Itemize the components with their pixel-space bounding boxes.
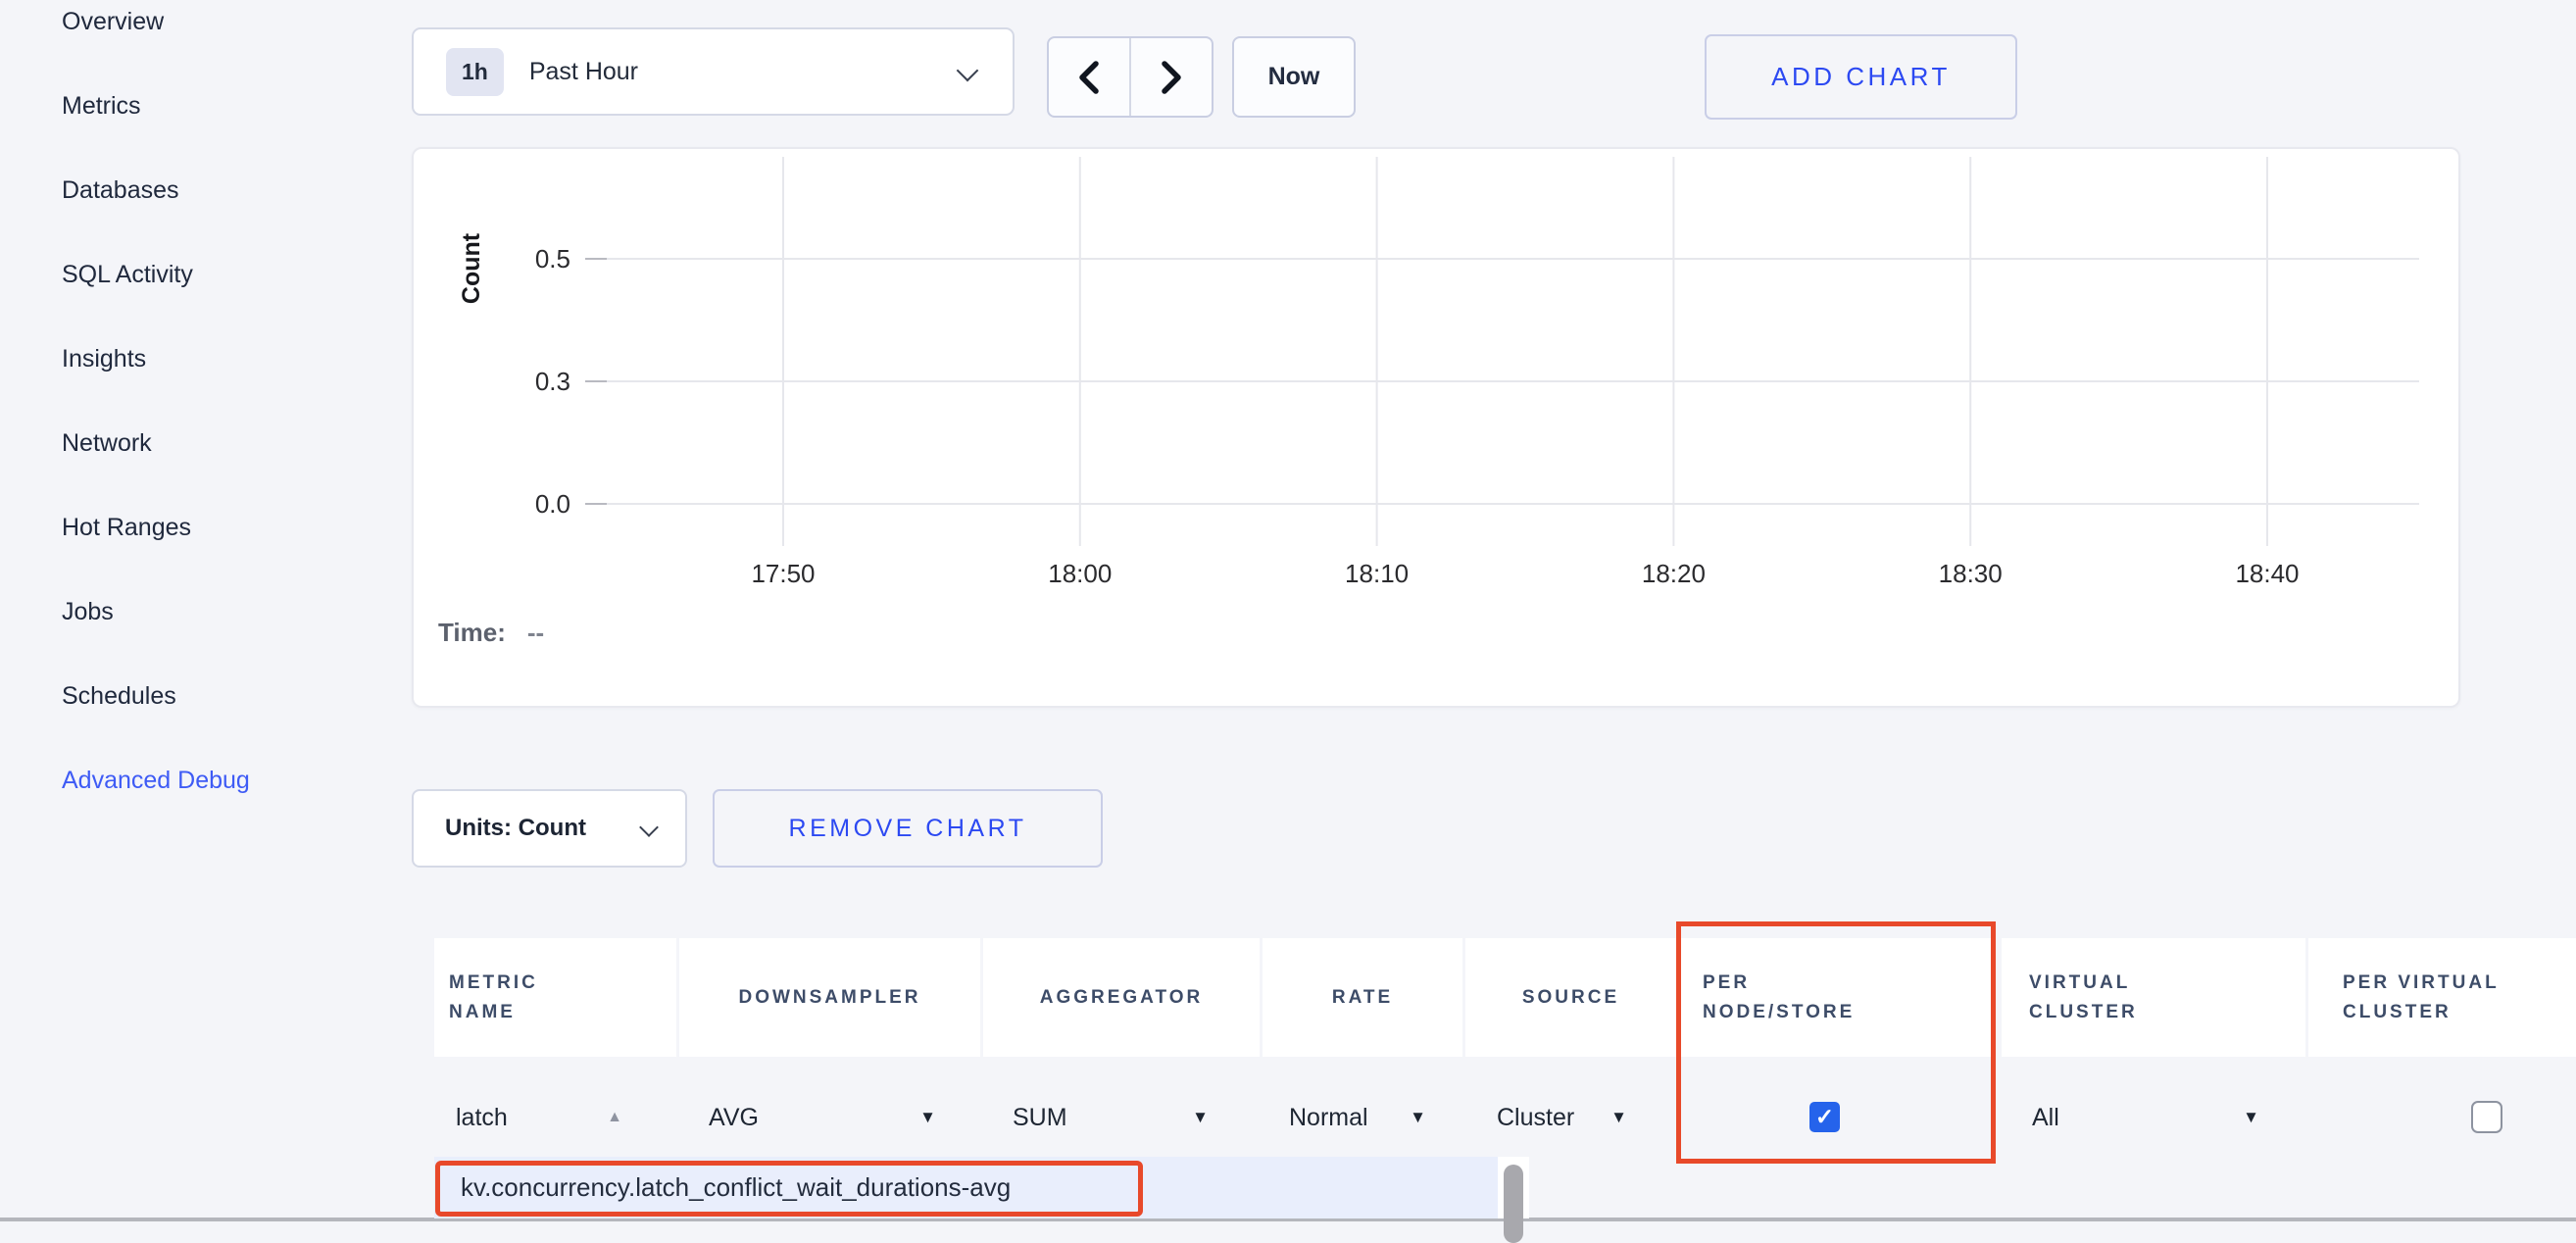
sidebar-item-databases[interactable]: Databases [62, 169, 250, 212]
sidebar-item-hot-ranges[interactable]: Hot Ranges [62, 506, 250, 549]
time-range-label: Past Hour [529, 58, 638, 86]
metric-name-input[interactable]: latch ▲ [456, 1090, 622, 1145]
chevron-left-icon [1076, 60, 1102, 95]
time-range-dropdown[interactable]: 1h Past Hour [412, 27, 1015, 116]
column-header-text: PER VIRTUAL [2343, 969, 2576, 998]
sidebar-item-metrics[interactable]: Metrics [62, 84, 250, 127]
column-header-per-node-store: PERNODE/STORE [1679, 938, 1995, 1057]
now-button[interactable]: Now [1232, 36, 1356, 118]
time-readout-value: -- [527, 618, 544, 647]
y-axis-tick-label: 0.3 [535, 367, 570, 396]
downsampler-value: AVG [709, 1104, 759, 1132]
column-header-downsampler: DOWNSAMPLER [679, 938, 980, 1057]
scrollbar-track [1498, 1157, 1529, 1218]
downsampler-select[interactable]: AVG ▼ [709, 1090, 936, 1145]
time-readout-label: Time: [438, 618, 506, 647]
metrics-table-header: METRICNAME DOWNSAMPLER AGGREGATOR RATE SOURC… [434, 938, 2576, 1057]
column-header-aggregator: AGGREGATOR [983, 938, 1260, 1057]
virtual-cluster-select[interactable]: All ▼ [2032, 1090, 2259, 1145]
column-header-text: SOURCE [1522, 983, 1619, 1013]
remove-chart-button[interactable]: REMOVE CHART [713, 789, 1103, 868]
checkmark-icon: ✓ [1815, 1104, 1834, 1130]
caret-down-icon: ▼ [1610, 1108, 1627, 1127]
x-axis-tick-label: 18:30 [1939, 559, 2003, 588]
time-step-buttons [1047, 36, 1214, 118]
aggregator-select[interactable]: SUM ▼ [1013, 1090, 1209, 1145]
column-header-text: NAME [449, 998, 676, 1027]
sidebar-item-insights[interactable]: Insights [62, 337, 250, 380]
empty-line-chart: 17:50 18:00 18:10 18:20 18:30 18:40 0.0 0.3 0.5 C… [414, 149, 2462, 710]
column-header-text: DOWNSAMPLER [738, 983, 920, 1013]
sidebar-item-schedules[interactable]: Schedules [62, 674, 250, 718]
x-axis-tick-label: 18:00 [1048, 559, 1112, 588]
caret-down-icon: ▼ [1192, 1108, 1209, 1127]
column-header-text: CLUSTER [2029, 998, 2305, 1027]
time-range-badge: 1h [446, 48, 504, 96]
units-dropdown-label: Units: Count [445, 815, 586, 842]
per-node-store-checkbox[interactable]: ✓ [1809, 1102, 1840, 1132]
y-axis-tick-label: 0.0 [535, 489, 570, 519]
hover-time-readout: Time: -- [438, 618, 544, 648]
next-time-button[interactable] [1131, 38, 1212, 116]
column-header-metric-name: METRICNAME [434, 938, 676, 1057]
caret-up-icon: ▲ [607, 1109, 622, 1126]
chevron-down-icon [957, 60, 979, 82]
x-axis-tick-label: 18:10 [1345, 559, 1409, 588]
sidebar-item-sql-activity[interactable]: SQL Activity [62, 253, 250, 296]
column-header-source: SOURCE [1465, 938, 1676, 1057]
sidebar-item-overview[interactable]: Overview [62, 0, 250, 43]
add-chart-button[interactable]: ADD CHART [1705, 34, 2017, 120]
source-select[interactable]: Cluster ▼ [1497, 1090, 1627, 1145]
scrollbar-thumb[interactable] [1504, 1165, 1523, 1243]
column-header-virtual-cluster: VIRTUALCLUSTER [2002, 938, 2305, 1057]
caret-down-icon: ▼ [2243, 1108, 2259, 1127]
chart-plot-area[interactable]: 17:50 18:00 18:10 18:20 18:30 18:40 0.0 0.3 0.5 C… [414, 149, 2462, 710]
y-axis-tick-label: 0.5 [535, 244, 570, 273]
metric-name-value: latch [456, 1104, 508, 1132]
autocomplete-suggestion[interactable]: kv.concurrency.latch_conflict_wait_durat… [461, 1157, 1011, 1218]
sidebar-nav-list: Overview Metrics Databases SQL Activity Insi… [62, 0, 250, 843]
column-header-rate: RATE [1263, 938, 1462, 1057]
virtual-cluster-value: All [2032, 1104, 2059, 1132]
column-header-per-virtual-cluster: PER VIRTUALCLUSTER [2308, 938, 2576, 1057]
units-dropdown[interactable]: Units: Count [412, 789, 687, 868]
y-axis-title: Count [458, 232, 485, 304]
column-header-text: VIRTUAL [2029, 969, 2305, 998]
sidebar-item-network[interactable]: Network [62, 422, 250, 465]
column-header-text: NODE/STORE [1703, 998, 1995, 1027]
sidebar-item-jobs[interactable]: Jobs [62, 590, 250, 633]
column-header-text: RATE [1332, 983, 1393, 1013]
source-value: Cluster [1497, 1104, 1574, 1132]
column-header-text: AGGREGATOR [1040, 983, 1204, 1013]
per-virtual-cluster-checkbox[interactable] [2471, 1101, 2502, 1133]
prev-time-button[interactable] [1049, 38, 1131, 116]
x-axis-tick-label: 18:20 [1642, 559, 1706, 588]
column-header-text: CLUSTER [2343, 998, 2576, 1027]
x-axis-tick-label: 17:50 [751, 559, 815, 588]
chart-card: 17:50 18:00 18:10 18:20 18:30 18:40 0.0 0.3 0.5 C… [412, 147, 2460, 708]
chevron-down-icon [639, 818, 659, 837]
column-header-text: METRIC [449, 969, 676, 998]
rate-value: Normal [1289, 1104, 1368, 1132]
caret-down-icon: ▼ [919, 1108, 936, 1127]
column-header-text: PER [1703, 969, 1995, 998]
sidebar-item-advanced-debug[interactable]: Advanced Debug [62, 759, 250, 802]
rate-select[interactable]: Normal ▼ [1289, 1090, 1426, 1145]
x-axis-tick-label: 18:40 [2235, 559, 2299, 588]
metric-autocomplete-dropdown: kv.concurrency.latch_conflict_wait_durat… [434, 1157, 1529, 1218]
sidebar: Overview Metrics Databases SQL Activity Insi… [0, 0, 412, 1221]
chevron-right-icon [1159, 60, 1184, 95]
aggregator-value: SUM [1013, 1104, 1067, 1132]
caret-down-icon: ▼ [1410, 1108, 1426, 1127]
